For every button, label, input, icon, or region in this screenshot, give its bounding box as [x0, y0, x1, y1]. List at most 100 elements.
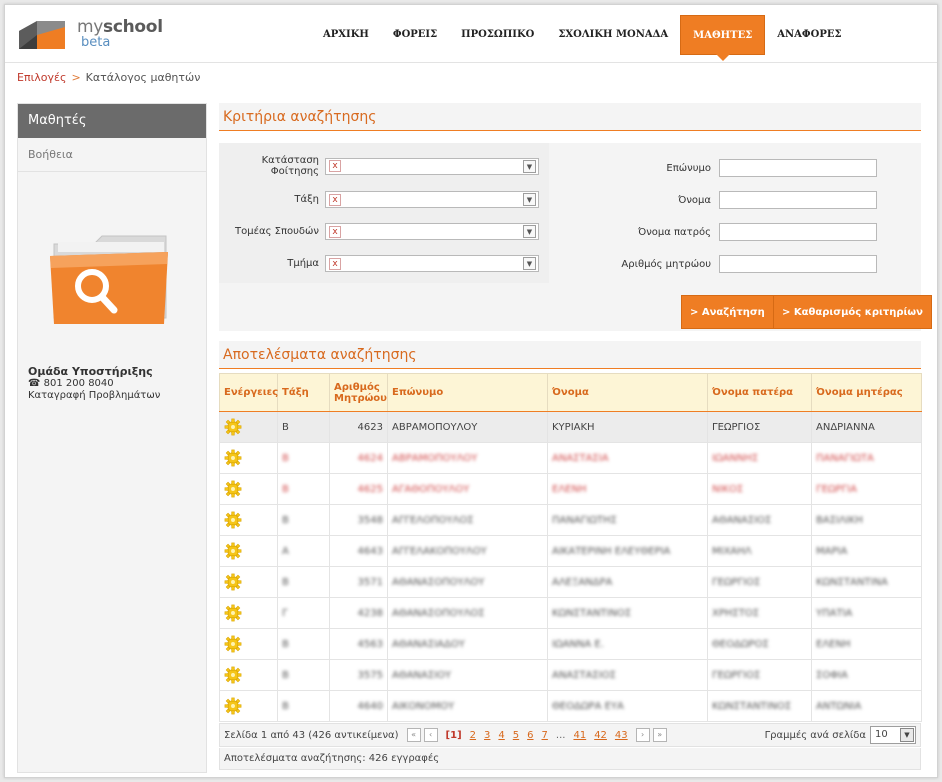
- page-link[interactable]: 5: [513, 730, 519, 741]
- surname-input[interactable]: [719, 159, 877, 177]
- gear-icon[interactable]: [224, 480, 242, 498]
- father-name-input[interactable]: [719, 223, 877, 241]
- clear-sector-icon[interactable]: x: [329, 225, 341, 238]
- chevron-down-icon[interactable]: ▼: [523, 159, 536, 173]
- row-father-name: ΓΕΩΡΓΙΟΣ: [707, 566, 812, 598]
- chevron-down-icon[interactable]: ▼: [523, 257, 536, 270]
- row-actions-cell[interactable]: [219, 566, 278, 598]
- row-actions-cell[interactable]: [219, 473, 278, 505]
- gear-icon[interactable]: [224, 542, 242, 560]
- col-father-name[interactable]: Όνομα πατέρα: [707, 373, 812, 412]
- search-button-chevron: >: [690, 307, 699, 318]
- chevron-down-icon[interactable]: ▼: [900, 728, 914, 742]
- row-mother-name: ΕΛΕΝΗ: [811, 628, 922, 660]
- page-ellipsis: ...: [555, 729, 566, 741]
- registry-number-input[interactable]: [719, 255, 877, 273]
- table-row[interactable]: Β 3571 ΑΘΑΝΑΣΟΠΟΥΛΟΥ ΑΛΕΞΑΝΔΡΑ ΓΕΩΡΓΙΟΣ ΚΩΝΣΤ…: [219, 566, 922, 598]
- gear-icon[interactable]: [224, 635, 242, 653]
- clear-button-chevron: >: [782, 307, 791, 318]
- gear-icon[interactable]: [224, 573, 242, 591]
- page-link[interactable]: 7: [542, 730, 548, 741]
- clear-section-icon[interactable]: x: [329, 257, 341, 270]
- table-row[interactable]: Β 4624 ΑΒΡΑΜΟΠΟΥΛΟΥ ΑΝΑΣΤΑΣΙΑ ΙΩΑΝΝΗΣ ΠΑΝΑΓΙΩ…: [219, 442, 922, 474]
- table-row[interactable]: Β 4625 ΑΓΑΘΟΠΟΥΛΟΥ ΕΛΕΝΗ ΝΙΚΟΣ ΓΕΩΡΓΙΑ: [219, 473, 922, 505]
- row-actions-cell[interactable]: [219, 411, 278, 443]
- row-surname: ΑΘΑΝΑΣΟΠΟΥΛΟΥ: [387, 566, 548, 598]
- row-actions-cell[interactable]: [219, 628, 278, 660]
- row-actions-cell[interactable]: [219, 690, 278, 722]
- breadcrumb-separator: >: [71, 71, 81, 84]
- search-button-label: Αναζήτηση: [701, 307, 765, 318]
- nav-home[interactable]: ΑΡΧΙΚΗ: [311, 15, 381, 55]
- col-registry-number[interactable]: Αριθμός Μητρώου: [329, 373, 388, 412]
- last-page-button[interactable]: »: [652, 728, 667, 742]
- gear-icon[interactable]: [224, 666, 242, 684]
- row-class: Β: [277, 473, 330, 505]
- col-mother-name[interactable]: Όνομα μητέρας: [811, 373, 922, 412]
- page-link[interactable]: 2: [470, 730, 476, 741]
- gear-icon[interactable]: [224, 418, 242, 436]
- page-link[interactable]: 43: [615, 730, 628, 741]
- search-button[interactable]: > Αναζήτηση: [681, 295, 774, 329]
- logo-beta: beta: [81, 35, 111, 50]
- page-link[interactable]: 42: [594, 730, 607, 741]
- myschool-logo[interactable]: myschool beta: [17, 13, 163, 57]
- criteria-right: Επώνυμο Όνομα Όνομα πατρός Αριθμός μητρώ…: [595, 143, 921, 283]
- col-actions[interactable]: Ενέργειες: [219, 373, 278, 412]
- table-row[interactable]: Β 3575 ΑΘΑΝΑΣΙΟΥ ΑΝΑΣΤΑΣΙΟΣ ΓΕΩΡΓΙΟΣ ΣΟΦΙΑ: [219, 659, 922, 691]
- nav-school-unit[interactable]: ΣΧΟΛΙΚΗ ΜΟΝΑΔΑ: [546, 15, 680, 55]
- rows-per-page-select[interactable]: 10 ▼: [870, 726, 916, 744]
- gear-icon[interactable]: [224, 449, 242, 467]
- row-actions-cell[interactable]: [219, 535, 278, 567]
- next-page-button[interactable]: ›: [635, 728, 650, 742]
- clear-criteria-button[interactable]: > Καθαρισμός κριτηρίων: [773, 295, 932, 329]
- status-select[interactable]: x ▼: [325, 157, 539, 175]
- page-link[interactable]: 41: [573, 730, 586, 741]
- name-input[interactable]: [719, 191, 877, 209]
- clear-status-icon[interactable]: x: [329, 160, 341, 172]
- col-surname[interactable]: Επώνυμο: [387, 373, 548, 412]
- page-link[interactable]: 4: [498, 730, 504, 741]
- prev-page-button[interactable]: ‹: [423, 728, 438, 742]
- row-class: Β: [277, 442, 330, 474]
- gear-icon[interactable]: [224, 604, 242, 622]
- section-select[interactable]: x ▼: [325, 255, 539, 272]
- gear-icon[interactable]: [224, 697, 242, 715]
- clear-class-icon[interactable]: x: [329, 193, 341, 206]
- nav-students[interactable]: ΜΑΘΗΤΕΣ: [680, 15, 766, 61]
- row-father-name: ΑΘΑΝΑΣΙΟΣ: [707, 504, 812, 536]
- table-row[interactable]: Γ 4238 ΑΘΑΝΑΣΟΠΟΥΛΟΣ ΚΩΝΣΤΑΝΤΙΝΟΣ ΧΡΗΣΤΟΣ ΥΠΑ…: [219, 597, 922, 629]
- col-name[interactable]: Όνομα: [547, 373, 708, 412]
- row-actions-cell[interactable]: [219, 597, 278, 629]
- chevron-down-icon[interactable]: ▼: [523, 193, 536, 206]
- row-actions-cell[interactable]: [219, 504, 278, 536]
- nav-reports[interactable]: ΑΝΑΦΟΡΕΣ: [765, 15, 853, 55]
- table-row[interactable]: Β 4640 ΑΙΚΟΝΟΜΟΥ ΘΕΟΔΩΡΑ ΕΥΑ ΚΩΝΣΤΑΝΤΙΝΟΣ ΑΝΤ…: [219, 690, 922, 722]
- sidebar-help-link[interactable]: Βοήθεια: [18, 138, 206, 172]
- table-row[interactable]: Β 4563 ΑΘΑΝΑΣΙΑΔΟΥ ΙΩΑΝΝΑ Ε. ΘΕΟΔΩΡΟΣ ΕΛΕΝΗ: [219, 628, 922, 660]
- row-name: ΙΩΑΝΝΑ Ε.: [547, 628, 708, 660]
- page-link[interactable]: 6: [527, 730, 533, 741]
- chevron-down-icon[interactable]: ▼: [523, 225, 536, 238]
- class-select[interactable]: x ▼: [325, 191, 539, 208]
- first-page-button[interactable]: «: [406, 728, 421, 742]
- breadcrumb-options-link[interactable]: Επιλογές: [17, 71, 66, 84]
- nav-staff[interactable]: ΠΡΟΣΩΠΙΚΟ: [449, 15, 546, 55]
- nav-organizations[interactable]: ΦΟΡΕΙΣ: [381, 15, 449, 55]
- gear-icon[interactable]: [224, 511, 242, 529]
- table-row[interactable]: Α 4643 ΑΓΓΕΛΑΚΟΠΟΥΛΟΥ ΑΙΚΑΤΕΡΙΝΗ ΕΛΕΥΘΕΡΙΑ Μ…: [219, 535, 922, 567]
- page-link[interactable]: [1]: [446, 730, 462, 741]
- row-actions-cell[interactable]: [219, 659, 278, 691]
- col-class[interactable]: Τάξη: [277, 373, 330, 412]
- table-row[interactable]: Β 4623 ΑΒΡΑΜΟΠΟΥΛΟΥ ΚΥΡΙΑΚΗ ΓΕΩΡΓΙΟΣ ΑΝΔΡΙΑΝΝ…: [219, 411, 922, 443]
- row-name: ΑΛΕΞΑΝΔΡΑ: [547, 566, 708, 598]
- page-link[interactable]: 3: [484, 730, 490, 741]
- sector-select[interactable]: x ▼: [325, 223, 539, 240]
- row-registry-number: 3571: [329, 566, 388, 598]
- support-report-link[interactable]: Καταγραφή Προβλημάτων: [28, 390, 160, 402]
- table-row[interactable]: Β 3548 ΑΓΓΕΛΟΠΟΥΛΟΣ ΠΑΝΑΓΙΩΤΗΣ ΑΘΑΝΑΣΙΟΣ ΒΑΣΙ…: [219, 504, 922, 536]
- row-class: Β: [277, 628, 330, 660]
- row-actions-cell[interactable]: [219, 442, 278, 474]
- pagination-bar: Σελίδα 1 από 43 (426 αντικείμενα) « ‹ [1…: [219, 723, 921, 747]
- row-surname: ΑΘΑΝΑΣΙΟΥ: [387, 659, 548, 691]
